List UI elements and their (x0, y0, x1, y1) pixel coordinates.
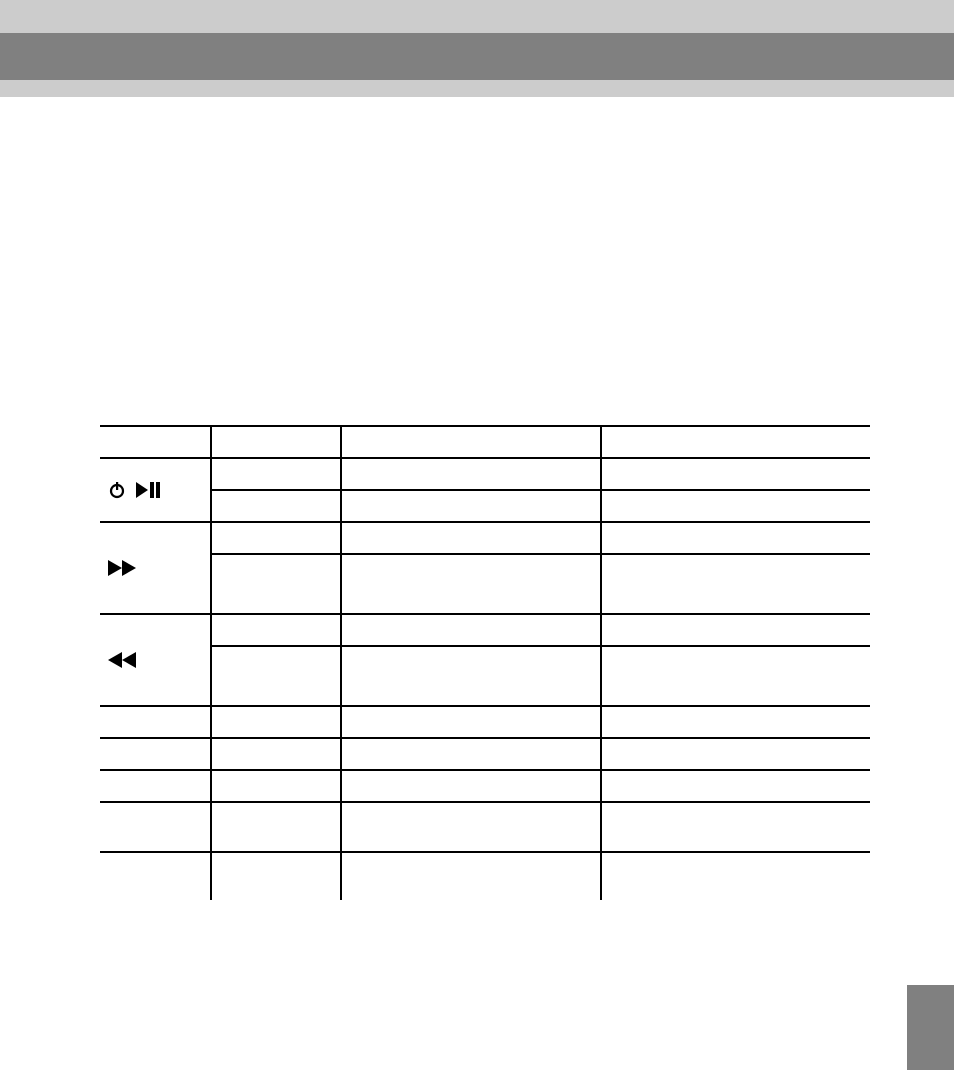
row-ffwd-hold (100, 554, 870, 614)
cell-in-play (340, 522, 600, 554)
page-number-tab (907, 985, 954, 1070)
th-button (100, 426, 210, 458)
row-vol-down (100, 738, 870, 770)
cell-action (210, 458, 340, 490)
cell-in-play (340, 614, 600, 646)
row-rew-hold (100, 646, 870, 706)
cell-action (210, 614, 340, 646)
cell-in-pause (600, 706, 870, 738)
cell-action (210, 490, 340, 522)
th-play (340, 426, 600, 458)
cell-in-pause (600, 522, 870, 554)
th-pause (600, 426, 870, 458)
row-power-playpause-press (100, 458, 870, 490)
cell-button (100, 802, 210, 852)
cell-in-play (340, 802, 600, 852)
cell-in-pause (600, 646, 870, 706)
row-vol-up (100, 706, 870, 738)
cell-in-play (340, 770, 600, 802)
cell-in-pause (600, 614, 870, 646)
cell-action (210, 522, 340, 554)
cell-in-play (340, 706, 600, 738)
cell-action (210, 706, 340, 738)
cell-button (100, 770, 210, 802)
row-rew-press (100, 614, 870, 646)
fast-forward-icon (108, 560, 138, 576)
row-menu (100, 802, 870, 852)
cell-button (100, 706, 210, 738)
play-pause-icon (136, 482, 162, 498)
cell-in-pause (600, 554, 870, 614)
cell-in-pause (600, 802, 870, 852)
manual-page (0, 0, 954, 1070)
power-icon (108, 481, 126, 499)
cell-in-play (340, 458, 600, 490)
cell-in-pause (600, 738, 870, 770)
row-power-playpause-hold (100, 490, 870, 522)
cell-action (210, 646, 340, 706)
cell-in-pause (600, 458, 870, 490)
cell-in-play (340, 490, 600, 522)
rewind-icon (108, 652, 138, 668)
th-action (210, 426, 340, 458)
page-header-dark-band (0, 33, 954, 80)
controls-table (100, 425, 870, 853)
cell-in-play (340, 646, 600, 706)
cell-action (210, 554, 340, 614)
cell-action (210, 802, 340, 852)
cell-in-play (340, 738, 600, 770)
cell-button-rew (100, 614, 210, 706)
cell-in-pause (600, 490, 870, 522)
row-ffwd-press (100, 522, 870, 554)
cell-action (210, 738, 340, 770)
row-hold (100, 770, 870, 802)
table-header-row (100, 426, 870, 458)
cell-in-pause (600, 770, 870, 802)
cell-action (210, 770, 340, 802)
cell-button-ffwd (100, 522, 210, 614)
cell-in-play (340, 554, 600, 614)
cell-button (100, 738, 210, 770)
cell-button-power-play (100, 458, 210, 522)
